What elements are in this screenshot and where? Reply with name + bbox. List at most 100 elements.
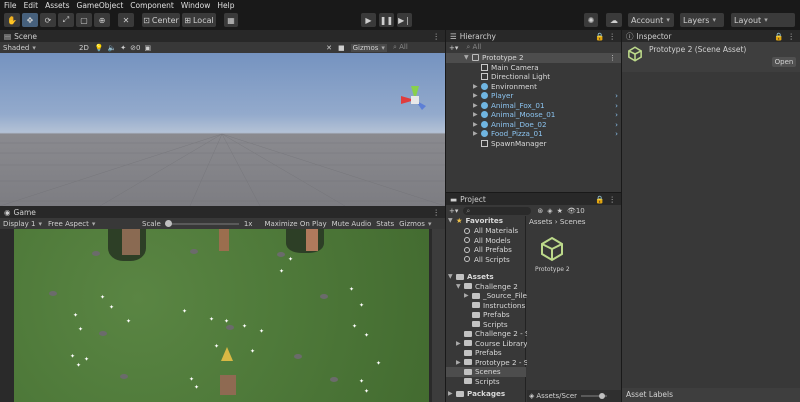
hand-tool-icon[interactable]: ✋ xyxy=(4,13,20,27)
breadcrumb-assets[interactable]: Assets xyxy=(529,217,552,226)
project-folder[interactable]: ▶ Prototype 2 - St xyxy=(446,358,531,368)
expand-arrow-icon[interactable]: ▼ xyxy=(464,54,469,61)
menu-window[interactable]: Window xyxy=(181,1,211,10)
favorite-star-icon[interactable]: ★ xyxy=(557,207,563,215)
layout-dropdown[interactable]: Layout xyxy=(731,13,795,27)
inspector-lock-icon[interactable]: 🔒 xyxy=(774,32,783,41)
hierarchy-item[interactable]: Directional Light xyxy=(446,72,550,82)
scale-tool-icon[interactable]: ⤢ xyxy=(58,13,74,27)
display-dropdown[interactable]: Display 1 xyxy=(3,220,42,228)
icon-size-slider[interactable] xyxy=(581,393,608,399)
game-menu-icon[interactable]: ⋮ xyxy=(433,208,441,217)
breadcrumb-scenes[interactable]: Scenes xyxy=(560,217,586,226)
pivot-local-button[interactable]: ⊞ Local xyxy=(182,13,216,27)
scene-search-input[interactable]: ⌕ All xyxy=(393,43,408,52)
scene-camera-icon[interactable]: ▣ xyxy=(145,44,152,52)
scene-viewport[interactable] xyxy=(0,53,445,206)
hierarchy-tab[interactable]: ☰ Hierarchy 🔒 ⋮ xyxy=(446,30,621,42)
aspect-dropdown[interactable]: Free Aspect xyxy=(48,220,128,228)
account-dropdown[interactable]: Account xyxy=(628,13,674,27)
move-tool-icon[interactable]: ✥ xyxy=(22,13,38,27)
favorite-item[interactable]: All Prefabs xyxy=(446,245,512,255)
project-folder[interactable]: Instructions xyxy=(446,301,525,311)
hierarchy-item[interactable]: ▶ Animal_Doe_02 › xyxy=(446,120,621,130)
shading-mode-dropdown[interactable]: Shaded xyxy=(3,44,73,52)
menu-assets[interactable]: Assets xyxy=(45,1,69,10)
open-button[interactable]: Open xyxy=(772,57,796,67)
expand-arrow-icon[interactable]: ▶ xyxy=(464,292,469,299)
mute-audio-toggle[interactable]: Mute Audio xyxy=(332,220,372,228)
project-lock-icon[interactable]: 🔒 xyxy=(595,195,604,204)
pause-button[interactable]: ❚❚ xyxy=(379,13,394,27)
hierarchy-menu-icon[interactable]: ⋮ xyxy=(609,32,617,41)
game-gizmos-dropdown[interactable]: Gizmos xyxy=(399,220,431,228)
scene-asset-item[interactable]: Prototype 2 xyxy=(535,236,570,278)
project-add-icon[interactable]: +▾ xyxy=(449,207,458,215)
expand-arrow-icon[interactable]: ▶ xyxy=(473,121,478,128)
project-menu-icon[interactable]: ⋮ xyxy=(609,195,617,204)
scene-tools-icon[interactable]: ✕ xyxy=(326,44,332,52)
expand-arrow-icon[interactable]: ▶ xyxy=(473,102,478,109)
hierarchy-item[interactable]: Main Camera xyxy=(446,63,539,73)
scale-slider[interactable] xyxy=(164,219,239,227)
favorite-item[interactable]: All Models xyxy=(446,236,511,246)
expand-arrow-icon[interactable]: ▶ xyxy=(473,92,478,99)
project-folder[interactable]: Prefabs xyxy=(446,348,502,358)
project-folder[interactable]: Prefabs xyxy=(446,310,510,320)
project-folder[interactable]: ▼ Challenge 2 xyxy=(446,282,518,292)
scene-tab[interactable]: ▤ Scene ⋮ xyxy=(0,30,445,42)
hierarchy-lock-icon[interactable]: 🔒 xyxy=(595,32,604,41)
hierarchy-item[interactable]: ▶ Animal_Fox_01 › xyxy=(446,101,621,111)
maximize-on-play-toggle[interactable]: Maximize On Play xyxy=(264,220,326,228)
project-folder[interactable]: Scripts xyxy=(446,320,508,330)
rect-tool-icon[interactable]: ▢ xyxy=(76,13,92,27)
hierarchy-item[interactable]: ▶ Food_Pizza_01 › xyxy=(446,129,621,139)
scene-row-menu-icon[interactable]: ⋮ xyxy=(609,53,616,62)
step-button[interactable]: ▶❘ xyxy=(397,13,412,27)
game-view-scrollbar[interactable] xyxy=(432,229,445,402)
project-tab[interactable]: ▬ Project 🔒 ⋮ xyxy=(446,193,621,205)
audio-icon[interactable]: 🔈 xyxy=(108,44,117,52)
stats-toggle[interactable]: Stats xyxy=(376,220,394,228)
project-folder[interactable]: ▶ Course Library xyxy=(446,339,528,349)
expand-arrow-icon[interactable]: ▶ xyxy=(473,130,478,137)
hierarchy-item[interactable]: SpawnManager xyxy=(446,139,546,149)
favorites-header[interactable]: ▼ ★ Favorites xyxy=(446,216,503,226)
hierarchy-item[interactable]: ▶ Environment xyxy=(446,82,621,92)
collab-icon[interactable]: ✺ xyxy=(584,13,598,27)
expand-arrow-icon[interactable]: ▶ xyxy=(448,390,453,397)
expand-arrow-icon[interactable]: ▼ xyxy=(448,273,453,280)
inspector-tab[interactable]: ⓘ Inspector 🔒 ⋮ xyxy=(622,30,800,42)
scene-orientation-gizmo[interactable] xyxy=(395,80,435,120)
effects-icon[interactable]: ✦ xyxy=(120,44,126,52)
prefab-open-arrow-icon[interactable]: › xyxy=(615,101,618,110)
hidden-packages-icon[interactable]: 👁 xyxy=(567,207,576,215)
packages-root[interactable]: ▶ Packages xyxy=(446,389,505,399)
expand-arrow-icon[interactable]: ▼ xyxy=(456,283,461,290)
prefab-open-arrow-icon[interactable]: › xyxy=(615,120,618,129)
favorite-item[interactable]: All Materials xyxy=(446,226,518,236)
cloud-icon[interactable]: ☁ xyxy=(606,13,622,27)
transform-tool-icon[interactable]: ⊕ xyxy=(94,13,110,27)
lighting-icon[interactable]: 💡 xyxy=(95,44,104,52)
search-by-type-icon[interactable]: ⊛ xyxy=(537,207,543,215)
scene-menu-icon[interactable]: ⋮ xyxy=(433,32,441,41)
hierarchy-search-input[interactable]: ⌕ All xyxy=(466,43,481,52)
menu-component[interactable]: Component xyxy=(130,1,174,10)
project-folder-selected[interactable]: Scenes xyxy=(446,367,526,377)
project-folder[interactable]: Challenge 2 - S xyxy=(446,329,530,339)
hierarchy-item[interactable]: ▶ Animal_Moose_01 › xyxy=(446,110,621,120)
expand-arrow-icon[interactable]: ▶ xyxy=(473,111,478,118)
game-viewport[interactable]: ✦ ✦ ✦ ✦ ✦ ✦ ✦ ✦ ✦ ✦ ✦ ✦ ✦ ✦ ✦ ✦ ✦ ✦ ✦ ✦ … xyxy=(14,229,429,402)
menu-file[interactable]: File xyxy=(4,1,17,10)
search-by-label-icon[interactable]: ◈ xyxy=(547,207,552,215)
game-tab[interactable]: ◉ Game ⋮ xyxy=(0,206,445,218)
hierarchy-add-icon[interactable]: +▾ xyxy=(449,44,458,52)
project-folder[interactable]: Scripts xyxy=(446,377,500,387)
hierarchy-scene-row[interactable]: ▼ Prototype 2 ⋮ xyxy=(446,53,621,63)
scene-camera-settings-icon[interactable]: ■ xyxy=(338,44,345,52)
grid-snap-icon[interactable]: ▦ xyxy=(224,13,238,27)
play-button[interactable]: ▶ xyxy=(361,13,376,27)
prefab-open-arrow-icon[interactable]: › xyxy=(615,110,618,119)
scale-slider-handle[interactable] xyxy=(164,219,172,227)
